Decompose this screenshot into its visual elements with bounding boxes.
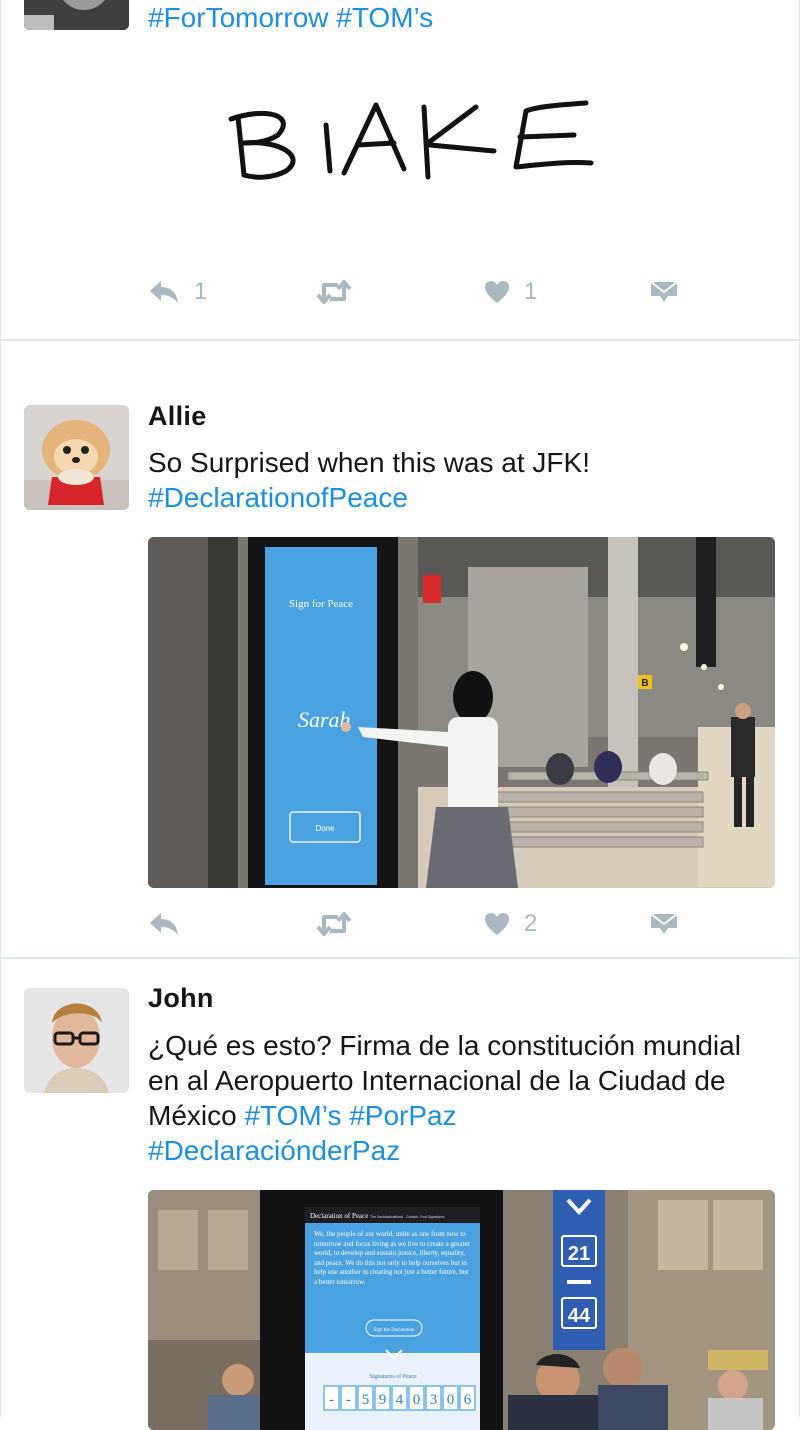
counter-digit: 0 [413,1392,421,1408]
heart-icon [485,281,509,303]
tweet-hashtag[interactable]: #TOM’s #PorPaz [244,1100,456,1131]
avatar[interactable] [24,405,129,510]
avatar-photo [24,405,129,510]
airport-kiosk-photo: Sign for Peace Sarah Done B [148,537,775,888]
counter-digit: 4 [396,1392,404,1408]
kiosk-nav-0: The Declaration [370,1215,395,1219]
tweet-text: ¿Qué es esto? Firma de la constitución m… [148,1028,778,1168]
tweet-actions: 1 1 [148,277,688,307]
kiosk-title: Sign for Peace [289,598,353,610]
platform-number-2: 44 [568,1305,591,1327]
kiosk-sign-button: Sign the Declaration [373,1328,415,1333]
like-count: 1 [524,278,538,305]
counter-digit: 0 [447,1392,455,1408]
retweet-icon [316,280,352,304]
kiosk-done: Done [315,824,335,833]
counter-digit: 3 [430,1392,438,1408]
envelope-icon [650,913,678,934]
retweet-button[interactable] [316,909,366,939]
kiosk-nav-1: About [394,1215,403,1219]
avatar[interactable] [24,988,129,1093]
tweet-text: So Surprised when this was at JFK! #Decl… [148,445,778,515]
heart-icon [485,913,509,935]
like-button[interactable]: 1 [484,277,537,307]
message-button[interactable] [650,909,678,939]
reply-icon [150,913,178,935]
retweet-button[interactable] [316,277,366,307]
author-name[interactable]: John [148,983,214,1014]
airport-kiosk-photo: 21 44 Declaration of Peace The Declarati… [148,1190,775,1430]
kiosk-nav-3: Find Signatures [420,1215,445,1219]
tweet-hashtag[interactable]: #DeclaraciónderPaz [148,1133,778,1168]
counter-digit: 5 [362,1392,370,1408]
counter-digit: - [329,1392,334,1408]
handwritten-signature [226,95,606,190]
tweet-hashtag[interactable]: #DeclarationofPeace [148,480,778,515]
tweet-1: #ForTomorrow #TOM’s 1 1 [0,0,800,339]
tweet-body: So Surprised when this was at JFK! [148,447,590,478]
counter-digit: - [346,1392,351,1408]
avatar[interactable] [24,0,129,30]
kiosk-nav-2: Contact [406,1215,418,1219]
tweet-3: John ¿Qué es esto? Firma de la constituc… [0,959,800,1430]
reply-button[interactable] [148,909,194,939]
avatar-photo [24,0,129,30]
tweet-hashtags[interactable]: #ForTomorrow #TOM’s [148,0,778,35]
message-button[interactable] [650,277,678,307]
signature-counter: --5940306 [323,1385,476,1411]
reply-button[interactable]: 1 [148,277,207,307]
tweet-actions: 2 [148,909,688,939]
avatar-photo [24,988,129,1093]
author-name[interactable]: Allie [148,401,207,432]
reply-count: 1 [194,278,208,305]
reply-icon [150,281,178,303]
gate-sign: B [641,678,648,689]
tweet-2: Allie So Surprised when this was at JFK!… [0,341,800,957]
signatures-label: Signatures of Peace [369,1373,417,1380]
kiosk-body: We, the people of our world, unite as on… [314,1230,470,1286]
envelope-icon [650,281,678,302]
platform-number: 21 [568,1243,590,1265]
like-button[interactable]: 2 [484,909,537,939]
like-count: 2 [524,910,538,937]
tweet-photo[interactable]: Sign for Peace Sarah Done B [148,537,775,888]
counter-digit: 9 [379,1392,387,1408]
counter-digit: 6 [464,1392,472,1408]
kiosk-header: Declaration of Peace [310,1212,368,1220]
retweet-icon [316,912,352,936]
tweet-photo[interactable]: 21 44 Declaration of Peace The Declarati… [148,1190,775,1430]
